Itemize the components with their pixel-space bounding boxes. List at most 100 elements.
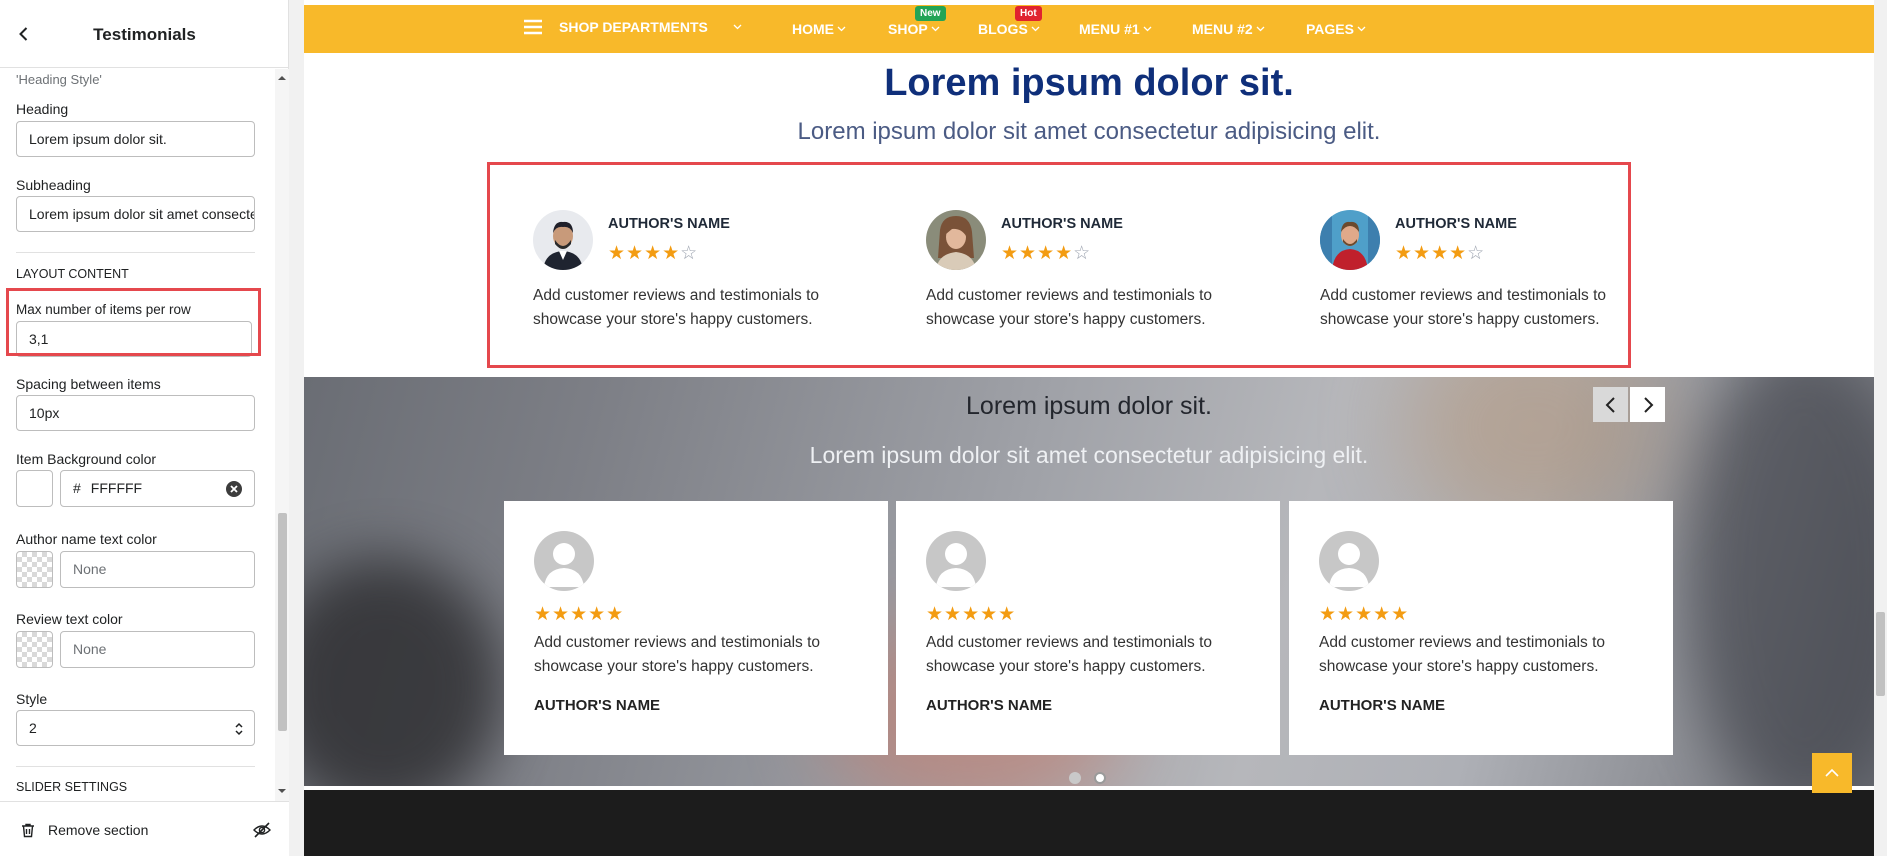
rating-stars: ★★★★☆ <box>608 242 698 265</box>
review-text: Add customer reviews and testimonials to… <box>1320 287 1607 328</box>
back-to-top-button[interactable] <box>1812 753 1852 793</box>
background-shape <box>1684 377 1874 786</box>
author-name: AUTHOR'S NAME <box>1319 697 1446 714</box>
author-avatar-placeholder <box>534 531 594 591</box>
user-icon <box>544 543 584 587</box>
hide-section-button[interactable] <box>252 820 272 840</box>
item-bg-swatch[interactable] <box>16 470 53 507</box>
testimonial-item: AUTHOR'S NAME ★★★★☆ Add customer reviews… <box>926 210 1226 340</box>
rating-stars: ★★★★☆ <box>1001 242 1091 265</box>
chevron-right-icon <box>1643 396 1653 413</box>
author-name: AUTHOR'S NAME <box>926 697 1053 714</box>
author-avatar <box>926 210 986 270</box>
star-empty-icon: ☆ <box>1467 243 1486 264</box>
nav-shop-departments[interactable]: SHOP DEPARTMENTS <box>524 19 742 35</box>
review-color-swatch[interactable] <box>16 631 53 668</box>
slider-dot-2[interactable] <box>1094 772 1106 784</box>
author-avatar <box>533 210 593 270</box>
panel-header: Testimonials <box>0 0 289 68</box>
author-avatar-placeholder <box>1319 531 1379 591</box>
rating-stars: ★★★★☆ <box>1395 242 1485 265</box>
user-icon <box>1329 543 1369 587</box>
subheading-input[interactable]: Lorem ipsum dolor sit amet consectetur a… <box>16 196 255 232</box>
review-text: Add customer reviews and testimonials to… <box>533 287 820 328</box>
nav-menu-1[interactable]: MENU #1 <box>1079 21 1152 37</box>
nav-blogs[interactable]: BLOGS <box>978 21 1040 37</box>
remove-section-button[interactable]: Remove section <box>20 818 148 842</box>
chevron-left-icon <box>19 27 28 41</box>
scrollbar-thumb[interactable] <box>1876 612 1885 696</box>
star-icon: ★★★★ <box>608 243 681 264</box>
scrollbar-thumb[interactable] <box>278 513 287 731</box>
highlight-box <box>6 288 261 356</box>
style-label: Style <box>16 691 48 707</box>
chevron-down-icon <box>1143 26 1152 32</box>
style-select[interactable]: 2 <box>16 710 255 746</box>
slider-dot-1[interactable] <box>1069 772 1081 784</box>
item-bg-label: Item Background color <box>16 451 157 467</box>
nav-pages-label: PAGES <box>1306 21 1354 37</box>
panel-title: Testimonials <box>93 25 196 44</box>
rating-stars: ★★★★★ <box>534 603 624 626</box>
nav-menu-2[interactable]: MENU #2 <box>1192 21 1265 37</box>
item-bg-input[interactable]: # FFFFFF <box>60 470 255 507</box>
chevron-up-icon <box>1825 768 1839 777</box>
eye-off-icon <box>253 822 271 838</box>
blogs-hot-badge: Hot <box>1015 6 1042 21</box>
panel-footer: Remove section <box>0 801 289 856</box>
chevron-down-icon <box>1357 26 1366 32</box>
shop-new-badge: New <box>915 6 946 21</box>
spacing-label: Spacing between items <box>16 376 161 392</box>
slider-next-button[interactable] <box>1630 387 1665 422</box>
review-text: Add customer reviews and testimonials to… <box>926 287 1213 328</box>
settings-panel: Testimonials 'Heading Style' Heading Lor… <box>0 0 289 856</box>
slider-subheading: Lorem ipsum dolor sit amet consectetur a… <box>809 442 1369 468</box>
heading-input[interactable]: Lorem ipsum dolor sit. <box>16 121 255 157</box>
trash-icon <box>22 823 34 838</box>
star-empty-icon: ☆ <box>1073 243 1092 264</box>
nav-pages[interactable]: PAGES <box>1306 21 1366 37</box>
clear-icon[interactable] <box>226 481 242 497</box>
nav-blogs-label: BLOGS <box>978 21 1028 37</box>
select-arrows-icon <box>235 722 243 736</box>
chevron-down-icon <box>733 24 742 30</box>
back-button[interactable] <box>14 24 34 44</box>
subheading-label: Subheading <box>16 177 91 193</box>
preview-scrollbar[interactable] <box>1874 0 1887 856</box>
scroll-up-icon[interactable] <box>278 74 286 82</box>
scroll-down-icon[interactable] <box>278 787 286 795</box>
nav-menu-2-label: MENU #2 <box>1192 21 1253 37</box>
star-icon: ★★★★★ <box>926 604 1017 625</box>
author-name: AUTHOR'S NAME <box>534 697 661 714</box>
footer-section <box>304 790 1874 856</box>
cut-off-label: 'Heading Style' <box>16 72 102 87</box>
review-color-input[interactable]: None <box>60 631 255 668</box>
review-color-label: Review text color <box>16 611 123 627</box>
author-color-input[interactable]: None <box>60 551 255 588</box>
slider-settings-heading: SLIDER SETTINGS <box>16 780 128 794</box>
nav-shop[interactable]: SHOP <box>888 21 940 37</box>
star-icon: ★★★★★ <box>1319 604 1410 625</box>
author-color-label: Author name text color <box>16 531 157 547</box>
slider-prev-button[interactable] <box>1593 387 1628 422</box>
review-text: Add customer reviews and testimonials to… <box>534 634 821 675</box>
rating-stars: ★★★★★ <box>926 603 1016 626</box>
testimonial-card: ★★★★★ Add customer reviews and testimoni… <box>1289 501 1673 755</box>
author-name: AUTHOR'S NAME <box>608 216 730 232</box>
menu-icon <box>524 19 542 35</box>
star-icon: ★★★★ <box>1395 243 1468 264</box>
review-text: Add customer reviews and testimonials to… <box>926 634 1213 675</box>
review-text: Add customer reviews and testimonials to… <box>1319 634 1606 675</box>
spacing-input[interactable]: 10px <box>16 395 255 431</box>
author-color-swatch[interactable] <box>16 551 53 588</box>
nav-menu-1-label: MENU #1 <box>1079 21 1140 37</box>
main-navigation: SHOP DEPARTMENTS HOME SHOP New BLOGS Hot… <box>304 5 1874 53</box>
nav-home[interactable]: HOME <box>792 21 846 37</box>
chevron-down-icon <box>1256 26 1265 32</box>
panel-scrollbar[interactable] <box>275 69 289 801</box>
rating-stars: ★★★★★ <box>1319 603 1409 626</box>
background-shape <box>304 557 504 786</box>
nav-home-label: HOME <box>792 21 834 37</box>
remove-section-label: Remove section <box>48 822 149 838</box>
testimonial-card: ★★★★★ Add customer reviews and testimoni… <box>896 501 1280 755</box>
